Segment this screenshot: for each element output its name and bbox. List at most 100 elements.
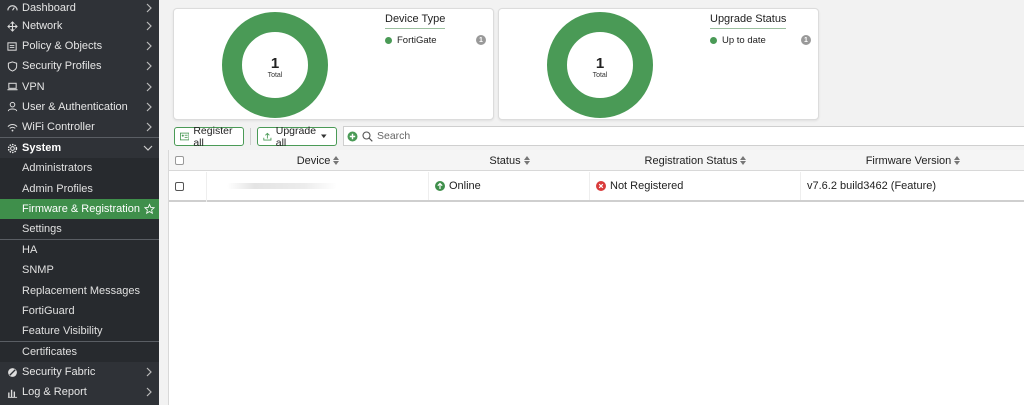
sidebar-subitem-firmware-registration[interactable]: Firmware & Registration (0, 198, 159, 219)
donut-total-label: Total (592, 72, 608, 79)
search-box (343, 126, 1024, 146)
shield-icon (7, 61, 18, 72)
registration-status-cell: Not Registered (590, 172, 801, 200)
sidebar-item-label: WiFi Controller (22, 121, 95, 134)
column-label: Registration Status (644, 154, 738, 167)
chevron-right-icon (146, 21, 152, 31)
column-label: Device (296, 154, 331, 167)
sidebar-subitem-label: Replacement Messages (22, 284, 141, 297)
sidebar-item-label: Policy & Objects (22, 40, 103, 53)
add-filter-icon[interactable] (347, 131, 358, 142)
legend-item-up-to-date[interactable]: Up to date (710, 35, 766, 46)
chevron-right-icon (146, 102, 152, 112)
upgrade-all-button[interactable]: Upgrade all (257, 124, 337, 149)
sidebar-item-label: System (22, 142, 62, 155)
sidebar-subitem-feature-visibility[interactable]: Feature Visibility (0, 320, 159, 341)
sidebar-subitem-label: Admin Profiles (22, 182, 93, 195)
dashboard-icon (7, 3, 18, 14)
legend-label: Up to date (722, 35, 766, 46)
select-all-checkbox[interactable] (174, 156, 184, 165)
sort-icon (523, 156, 530, 165)
legend-dot (710, 37, 717, 44)
sidebar-item-policy-objects[interactable]: Policy & Objects (0, 36, 159, 56)
search-input[interactable] (377, 130, 977, 142)
sidebar-subitem-label: FortiGuard (22, 304, 75, 317)
row-select-cell (169, 172, 207, 200)
sidebar-item-dashboard[interactable]: Dashboard (0, 0, 159, 16)
sort-icon (954, 156, 961, 165)
id-card-icon (180, 132, 190, 141)
sidebar-subitem-replacement-messages[interactable]: Replacement Messages (0, 280, 159, 301)
sidebar-item-label: Network (22, 20, 63, 33)
table-row[interactable]: Online Not Registered v7.6.2 build3462 (… (169, 172, 1024, 202)
column-header-firmware-version[interactable]: Firmware Version (801, 150, 1024, 171)
sidebar-subitem-label: Firmware & Registration (22, 202, 140, 215)
upgrade-status-donut[interactable]: 1 Total (547, 12, 653, 118)
sidebar-subitem-settings[interactable]: Settings (0, 218, 159, 240)
sort-icon (333, 156, 340, 165)
gear-icon (7, 143, 18, 154)
device-cell[interactable] (207, 172, 429, 200)
sidebar-item-vpn[interactable]: VPN (0, 77, 159, 97)
caret-down-icon (321, 134, 327, 139)
sidebar-item-label: VPN (22, 80, 45, 93)
column-header-registration-status[interactable]: Registration Status (590, 150, 801, 171)
sidebar-item-security-profiles[interactable]: Security Profiles (0, 56, 159, 76)
chevron-right-icon (146, 62, 152, 71)
device-type-donut[interactable]: 1 Total (222, 12, 328, 118)
device-table: Device Status Registration Status Firmwa… (168, 150, 1024, 405)
donut-total-value: 1 (595, 55, 605, 72)
sidebar-subitem-label: Administrators (22, 162, 93, 175)
legend-dot (385, 37, 392, 44)
sidebar-subitem-ha[interactable]: HA (0, 240, 159, 261)
sidebar-subitem-snmp[interactable]: SNMP (0, 260, 159, 281)
error-x-icon (596, 181, 606, 191)
sidebar-subitem-administrators[interactable]: Administrators (0, 158, 159, 179)
sidebar-item-label: User & Authentication (22, 100, 128, 113)
toolbar: Register all Upgrade all (159, 124, 1024, 149)
upgrade-all-label: Upgrade all (275, 124, 317, 149)
main-content: 1 Total Device Type FortiGate 1 1 Total … (159, 0, 1024, 405)
report-icon (7, 387, 18, 398)
search-icon (362, 130, 373, 142)
sidebar-item-label: Security Fabric (22, 366, 96, 379)
wifi-icon (7, 122, 18, 133)
sidebar-item-log-report[interactable]: Log & Report (0, 382, 159, 402)
sidebar-subitem-certificates[interactable]: Certificates (0, 342, 159, 363)
sidebar-subitem-fortiguard[interactable]: FortiGuard (0, 300, 159, 321)
sidebar-subitem-label: Settings (22, 222, 62, 235)
firmware-version-text: v7.6.2 build3462 (Feature) (807, 180, 937, 192)
chevron-right-icon (146, 122, 152, 132)
chevron-right-icon (146, 41, 152, 51)
register-all-label: Register all (193, 124, 233, 149)
user-icon (7, 101, 18, 112)
upload-icon (263, 132, 272, 141)
legend-label: FortiGate (397, 35, 437, 46)
sidebar-item-security-fabric[interactable]: Security Fabric (0, 362, 159, 382)
upgrade-status-widget: 1 Total Upgrade Status Up to date 1 (498, 8, 819, 120)
registration-status-text: Not Registered (610, 180, 684, 192)
sidebar-item-wifi-controller[interactable]: WiFi Controller (0, 117, 159, 137)
column-header-device[interactable]: Device (207, 150, 429, 171)
sidebar-subitem-label: Feature Visibility (22, 324, 103, 337)
row-checkbox[interactable] (175, 181, 184, 191)
fabric-icon (7, 367, 18, 378)
star-icon[interactable] (144, 203, 155, 214)
legend-item-fortigate[interactable]: FortiGate (385, 35, 437, 46)
sidebar-item-network[interactable]: Network (0, 16, 159, 36)
chevron-right-icon (146, 82, 152, 92)
column-label: Firmware Version (865, 154, 952, 167)
status-text: Online (449, 180, 481, 192)
column-header-status[interactable]: Status (429, 150, 590, 171)
sort-icon (740, 156, 747, 165)
laptop-icon (7, 81, 18, 92)
sidebar-item-user-authentication[interactable]: User & Authentication (0, 97, 159, 117)
toolbar-divider (250, 128, 251, 145)
chevron-right-icon (146, 367, 152, 377)
sidebar: Dashboard Network Policy & Objects Secur… (0, 0, 159, 405)
sidebar-item-label: Security Profiles (22, 60, 102, 73)
sidebar-item-system[interactable]: System (0, 138, 159, 158)
register-all-button[interactable]: Register all (174, 124, 244, 149)
sidebar-subitem-admin-profiles[interactable]: Admin Profiles (0, 178, 159, 199)
chevron-down-icon (143, 145, 153, 152)
